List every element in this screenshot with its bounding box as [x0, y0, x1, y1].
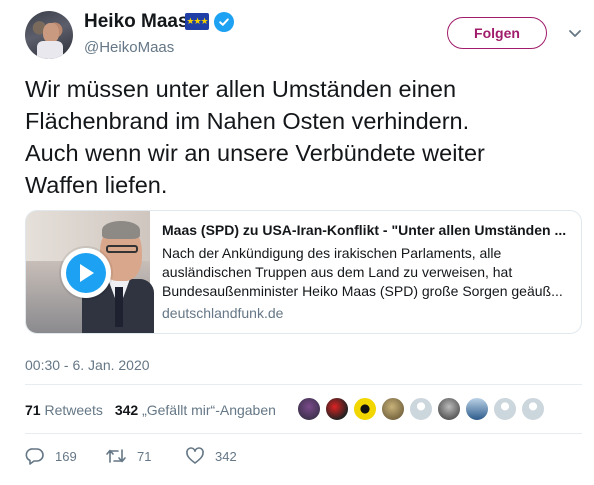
like-count: 342 [215, 448, 237, 464]
liker-avatar[interactable] [409, 397, 433, 421]
avatar-shirt [37, 41, 63, 59]
card-domain: deutschlandfunk.de [162, 305, 284, 321]
thumbnail-glasses [106, 245, 138, 253]
link-preview-card[interactable]: Maas (SPD) zu USA-Iran-Konflikt - "Unter… [25, 210, 582, 334]
user-handle[interactable]: @HeikoMaas [84, 39, 174, 56]
display-name[interactable]: Heiko Maas [84, 11, 189, 33]
heart-icon [186, 447, 204, 464]
thumbnail-tie [115, 287, 123, 327]
card-body: Maas (SPD) zu USA-Iran-Konflikt - "Unter… [162, 220, 572, 322]
retweets-label: Retweets [44, 402, 103, 418]
verified-badge-icon [214, 12, 234, 32]
liker-avatars [297, 397, 549, 423]
reply-icon [25, 448, 44, 465]
chevron-down-icon[interactable] [566, 24, 584, 42]
tweet-timestamp[interactable]: 00:30 - 6. Jan. 2020 [25, 357, 150, 373]
liker-avatar[interactable] [297, 397, 321, 421]
tweet-text: Wir müssen unter allen Umständen einen F… [25, 76, 485, 198]
likes-label: „Gefällt mir“-Angaben [142, 402, 276, 418]
liker-avatar[interactable] [381, 397, 405, 421]
reply-count: 169 [55, 448, 77, 464]
liker-avatar[interactable] [325, 397, 349, 421]
follow-button[interactable]: Folgen [447, 17, 547, 49]
reply-action[interactable]: 169 [25, 446, 77, 466]
retweets-count: 71 [25, 402, 41, 418]
eu-flag-icon: ★★★ [185, 13, 209, 30]
liker-avatar[interactable] [437, 397, 461, 421]
card-thumbnail [26, 211, 154, 333]
retweets-stat[interactable]: 71 Retweets [25, 402, 103, 418]
card-title: Maas (SPD) zu USA-Iran-Konflikt - "Unter… [162, 222, 567, 238]
like-action[interactable]: 342 [185, 446, 237, 466]
avatar-face [43, 23, 59, 43]
liker-avatar[interactable] [465, 397, 489, 421]
liker-avatar[interactable] [493, 397, 517, 421]
likes-stat[interactable]: 342 „Gefällt mir“-Angaben [115, 402, 276, 418]
likes-count: 342 [114, 402, 139, 418]
divider [25, 384, 582, 385]
divider [25, 433, 582, 434]
thumbnail-hair [102, 221, 140, 239]
play-icon [66, 253, 106, 293]
avatar[interactable] [25, 11, 73, 59]
liker-avatar[interactable] [353, 397, 377, 421]
retweet-count: 71 [137, 448, 152, 464]
retweet-icon [106, 449, 126, 463]
retweet-action[interactable]: 71 [105, 446, 151, 466]
engagement-stats: 71 Retweets 342 „Gefällt mir“-Angaben [25, 402, 276, 418]
play-button[interactable] [61, 248, 111, 298]
liker-avatar[interactable] [521, 397, 545, 421]
card-description: Nach der Ankündigung des irakischen Parl… [162, 245, 563, 299]
